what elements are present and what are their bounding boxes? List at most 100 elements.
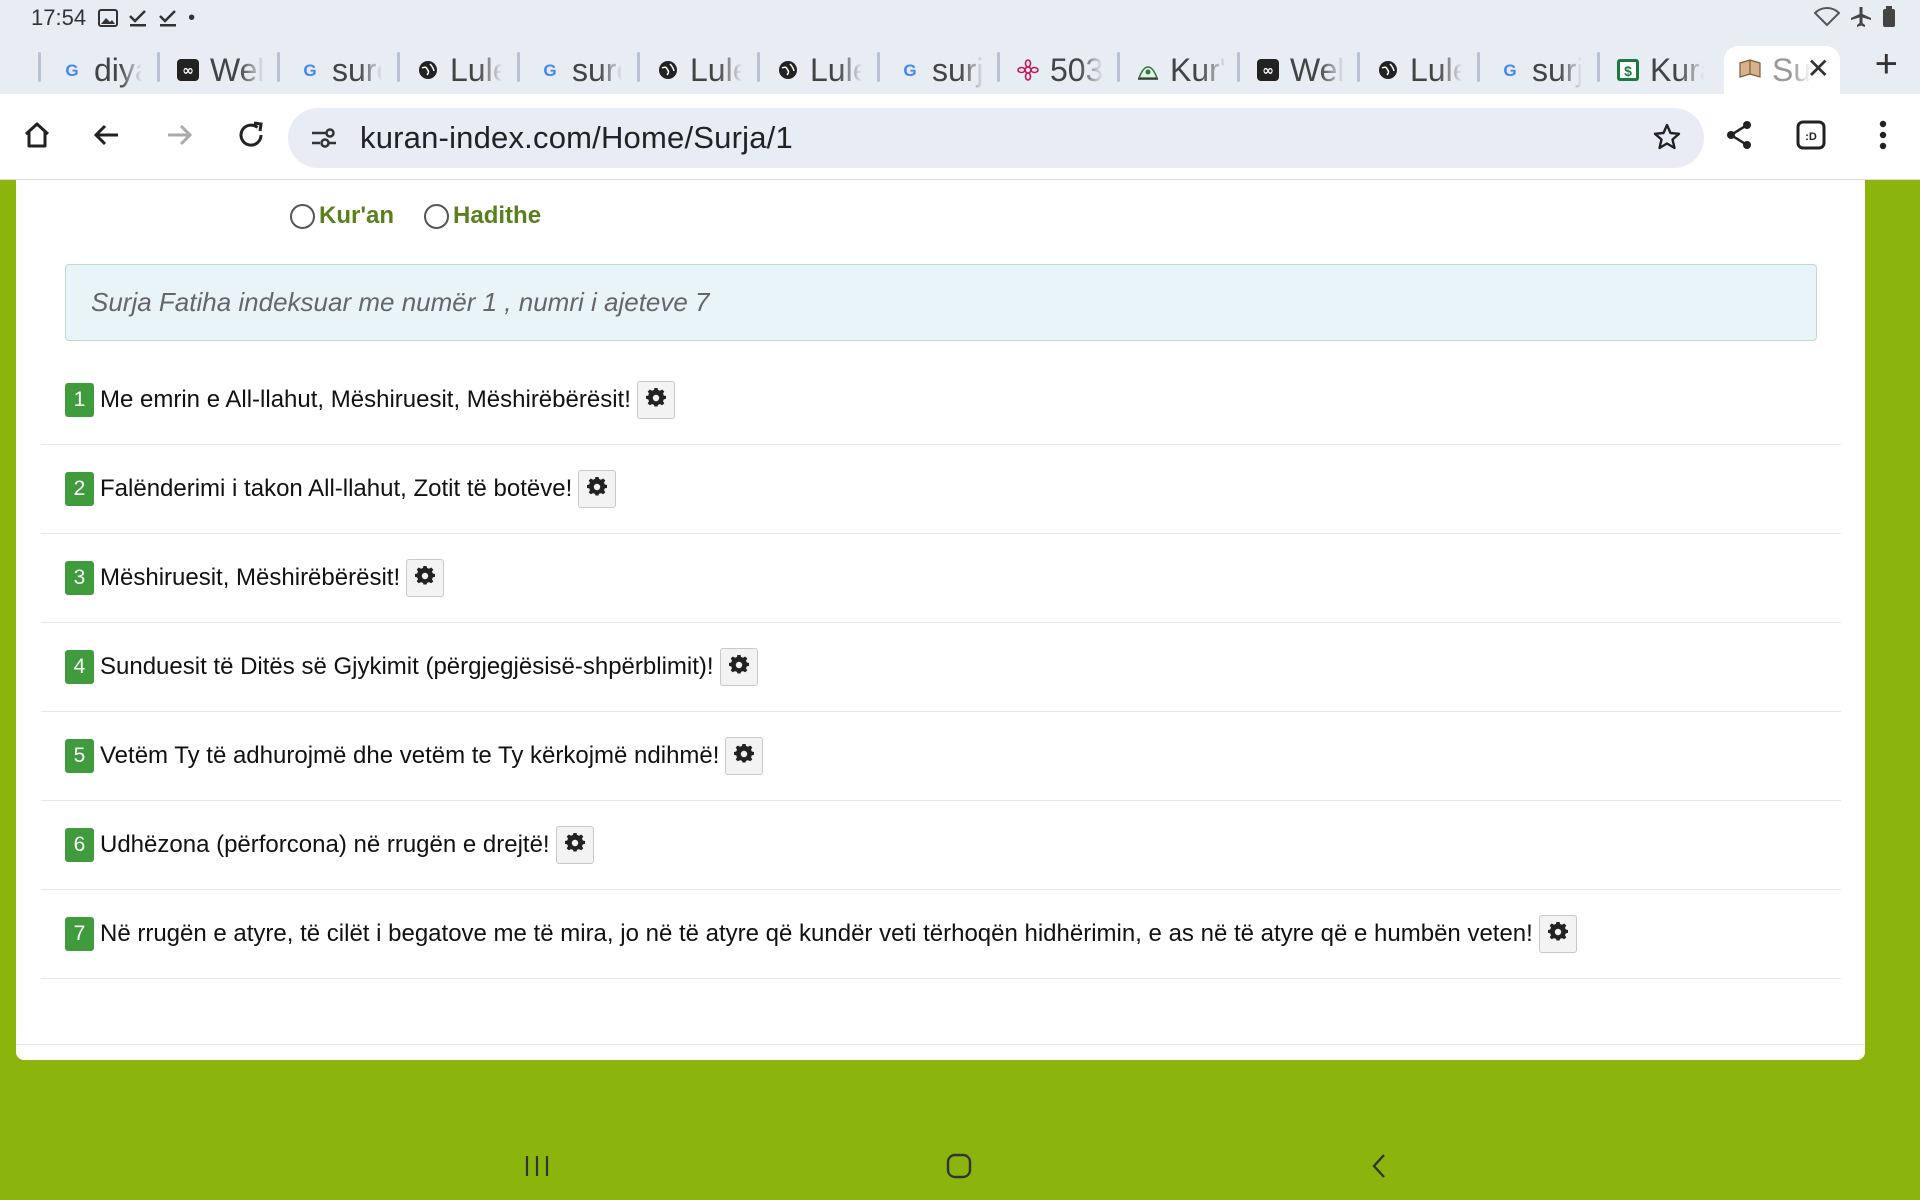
back-nav-button[interactable]	[1359, 1148, 1399, 1188]
airplane-icon	[1850, 6, 1872, 34]
reload-button[interactable]	[226, 112, 276, 162]
tab-title: Lule	[1410, 51, 1462, 88]
radio-kuran[interactable]: Kur'an	[290, 202, 394, 230]
page-divider	[16, 1044, 1865, 1045]
verse-settings-button[interactable]	[578, 470, 617, 508]
verse-row: 2 Falënderimi i takon All-llahut, Zotit …	[41, 445, 1841, 534]
tab-title: Wel	[210, 51, 264, 88]
tab-separator	[38, 52, 41, 82]
browser-tab-active[interactable]: Su ✕	[1724, 46, 1840, 94]
tab-title: 503	[1050, 51, 1104, 88]
verse-number-badge: 6	[65, 828, 94, 862]
share-button[interactable]	[1714, 112, 1764, 162]
browser-tab[interactable]: ∞ Wel	[1256, 46, 1344, 94]
google-icon: G	[1498, 58, 1522, 82]
verse-text: Mëshiruesit, Mëshirëbërësit!	[100, 564, 401, 591]
verse-number-badge: 1	[65, 383, 94, 417]
infinity-icon: ∞	[176, 58, 200, 82]
tab-title: surj	[932, 51, 984, 88]
verse-text: Në rrugën e atyre, të cilët i begatove m…	[100, 920, 1533, 947]
surah-info-text: Surja Fatiha indeksuar me numër 1 , numr…	[91, 287, 710, 317]
gear-icon	[587, 475, 608, 502]
radio-button[interactable]	[424, 203, 450, 229]
menu-button[interactable]	[1858, 112, 1908, 162]
browser-tab[interactable]: Lule	[656, 46, 742, 94]
browser-tab[interactable]: Lule	[1376, 46, 1462, 94]
browser-tab[interactable]: G diya	[60, 46, 142, 94]
back-arrow-icon	[91, 119, 123, 156]
browser-tab[interactable]: G sure	[538, 46, 622, 94]
verse-number-badge: 7	[65, 917, 94, 951]
browser-tab[interactable]: Lule	[416, 46, 502, 94]
browser-toolbar: kuran-index.com/Home/Surja/1 :D	[0, 94, 1920, 180]
tab-title: Lule	[810, 51, 862, 88]
back-chevron-icon	[1369, 1153, 1389, 1184]
verse-text: Udhëzona (përforcona) në rrugën e drejtë…	[100, 831, 550, 858]
download-done-icon	[128, 9, 148, 27]
status-right-icons	[1813, 6, 1896, 34]
recent-apps-button[interactable]	[517, 1148, 557, 1188]
radio-label: Kur'an	[319, 202, 395, 229]
verse-settings-button[interactable]	[719, 648, 758, 686]
browser-tab[interactable]: Kur'	[1136, 46, 1226, 94]
status-bar: 17:54 •	[0, 0, 1920, 36]
svg-text:G: G	[303, 61, 316, 80]
tab-separator	[1237, 52, 1240, 82]
radio-button[interactable]	[290, 203, 315, 229]
tab-separator	[157, 52, 160, 82]
system-navigation-bar	[0, 1120, 1920, 1200]
verse-text: Vetëm Ty të adhurojmë dhe vetëm te Ty kë…	[100, 742, 720, 769]
tab-separator	[277, 52, 280, 82]
url-text: kuran-index.com/Home/Surja/1	[360, 120, 793, 155]
svg-text::D: :D	[1805, 131, 1817, 143]
verse-row: 7 Në rrugën e atyre, të cilët i begatove…	[41, 890, 1841, 979]
browser-tab[interactable]: ∞ Wel	[176, 46, 264, 94]
globe-icon	[1376, 58, 1400, 82]
download-done-icon	[158, 9, 178, 27]
tab-switcher-button[interactable]: :D	[1786, 112, 1836, 162]
mosque-icon	[1136, 58, 1160, 82]
new-tab-button[interactable]: +	[1875, 42, 1898, 87]
verse-settings-button[interactable]	[725, 737, 764, 775]
verse-list: 1 Me emrin e All-llahut, Mëshiruesit, Më…	[41, 356, 1841, 979]
google-icon: G	[898, 58, 922, 82]
verse-row: 6 Udhëzona (përforcona) në rrugën e drej…	[41, 801, 1841, 890]
browser-tab[interactable]: $ Kura	[1616, 46, 1704, 94]
browser-tab[interactable]: Lule	[776, 46, 862, 94]
surah-info-box: Surja Fatiha indeksuar me numër 1 , numr…	[65, 264, 1817, 341]
verse-row: 3 Mëshiruesit, Mëshirëbërësit!	[41, 534, 1841, 623]
address-bar[interactable]: kuran-index.com/Home/Surja/1	[288, 108, 1704, 168]
verse-settings-button[interactable]	[1538, 915, 1577, 953]
verse-text: Me emrin e All-llahut, Mëshiruesit, Mësh…	[100, 386, 631, 413]
verse-settings-button[interactable]	[555, 826, 594, 864]
google-icon: G	[60, 58, 84, 82]
dollar-icon: $	[1616, 58, 1640, 82]
home-button[interactable]	[12, 112, 62, 162]
browser-tab[interactable]: G sure	[298, 46, 382, 94]
wifi-icon	[1813, 7, 1841, 33]
forward-arrow-icon	[163, 119, 195, 156]
browser-tab[interactable]: G surj	[898, 46, 984, 94]
forward-button[interactable]	[154, 112, 204, 162]
tab-title: Su	[1772, 51, 1812, 88]
browser-tab[interactable]: G surj	[1498, 46, 1582, 94]
browser-tab[interactable]: 503	[1016, 46, 1116, 94]
verse-settings-button[interactable]	[406, 559, 445, 597]
verse-settings-button[interactable]	[636, 381, 675, 419]
tab-title: Kura	[1650, 51, 1704, 88]
site-settings-icon[interactable]	[310, 124, 338, 157]
page-content: Kur'an Hadithe Surja Fatiha indeksuar me…	[16, 180, 1865, 1060]
bookmark-star-icon[interactable]	[1652, 122, 1682, 157]
verse-row: 4 Sunduesit të Ditës së Gjykimit (përgje…	[41, 623, 1841, 712]
tab-title: Kur'	[1170, 51, 1226, 88]
back-button[interactable]	[82, 112, 132, 162]
reload-icon	[235, 119, 267, 156]
radio-hadithe[interactable]: Hadithe	[424, 202, 541, 230]
svg-text:∞: ∞	[182, 63, 194, 79]
close-tab-icon[interactable]: ✕	[1807, 52, 1830, 85]
tab-title: diya	[94, 51, 142, 88]
home-nav-button[interactable]	[939, 1148, 979, 1188]
tab-strip: G diya ∞ Wel G sure Lule G sure Lule Lul…	[0, 36, 1920, 94]
tab-separator	[1357, 52, 1360, 82]
tab-separator	[397, 52, 400, 82]
